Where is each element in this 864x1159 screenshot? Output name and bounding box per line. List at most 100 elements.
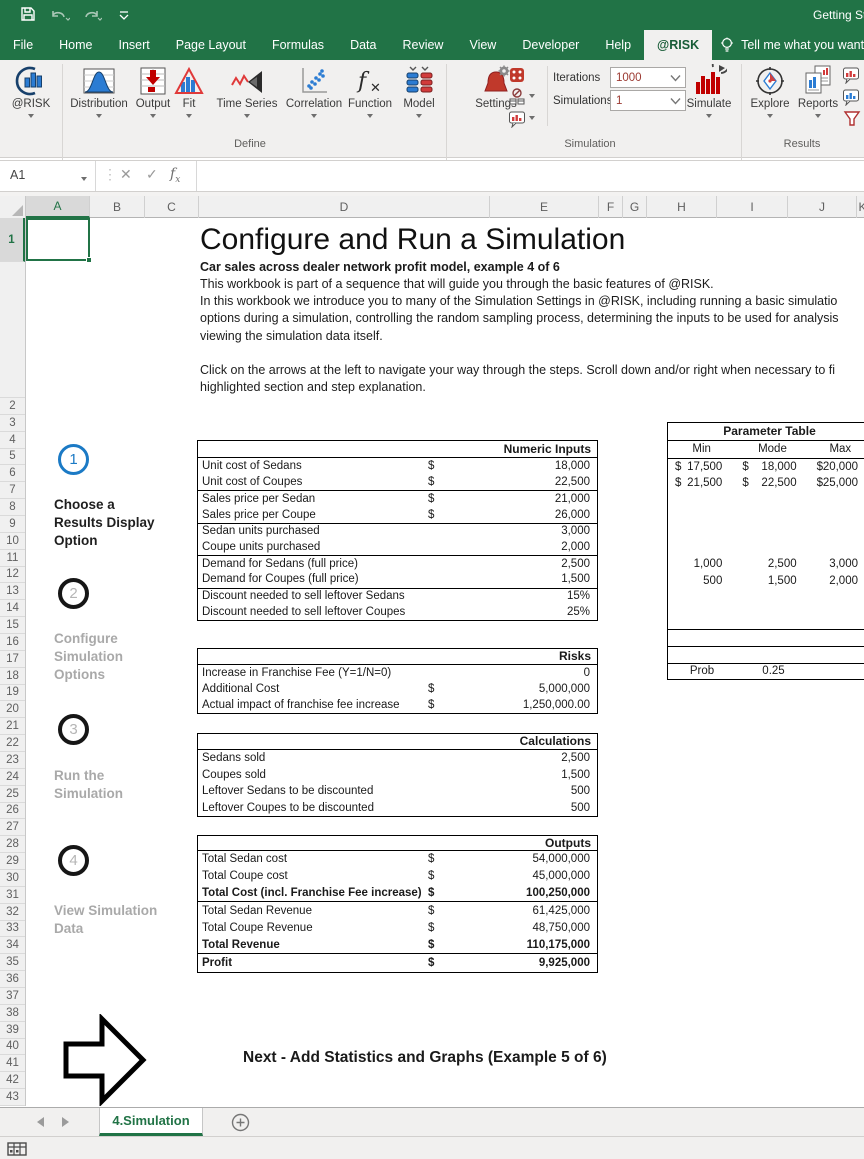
- table-row[interactable]: Unit cost of Sedans$18,000: [198, 458, 597, 474]
- fit-button[interactable]: Fit: [172, 64, 206, 121]
- parameter-row[interactable]: 1,0002,5003,000: [668, 556, 864, 572]
- confirm-entry-icon[interactable]: ✓: [146, 166, 158, 183]
- row-header-41[interactable]: 41: [0, 1055, 25, 1072]
- row-header-12[interactable]: 12: [0, 567, 25, 584]
- previous-sheet-arrow[interactable]: [32, 1117, 44, 1127]
- row-header-39[interactable]: 39: [0, 1022, 25, 1039]
- row-header-38[interactable]: 38: [0, 1005, 25, 1022]
- table-row[interactable]: Total Coupe cost$45,000,000: [198, 868, 597, 885]
- row-header-21[interactable]: 21: [0, 718, 25, 735]
- row-header-7[interactable]: 7: [0, 482, 25, 499]
- row-header-15[interactable]: 15: [0, 617, 25, 634]
- parameter-row[interactable]: 5001,5002,000: [668, 573, 864, 589]
- undo-icon[interactable]: [50, 6, 70, 27]
- row-header-5[interactable]: 5: [0, 449, 25, 466]
- row-header-4[interactable]: 4: [0, 432, 25, 449]
- row-header-1[interactable]: 1: [0, 218, 25, 262]
- row-header-16[interactable]: 16: [0, 634, 25, 651]
- column-header-J[interactable]: J: [788, 196, 857, 218]
- parameter-row[interactable]: $21,500$22,500$25,000: [668, 475, 864, 491]
- row-header-3[interactable]: 3: [0, 415, 25, 432]
- menu-tab-home[interactable]: Home: [46, 30, 105, 60]
- row-header-34[interactable]: 34: [0, 937, 25, 954]
- table-row[interactable]: Discount needed to sell leftover Coupes2…: [198, 604, 597, 620]
- column-header-I[interactable]: I: [717, 196, 788, 218]
- menu-tab-risk[interactable]: @RISK: [644, 30, 712, 60]
- redo-icon[interactable]: [82, 6, 102, 27]
- table-row[interactable]: Total Cost (incl. Franchise Fee increase…: [198, 885, 597, 902]
- menu-tab-help[interactable]: Help: [592, 30, 644, 60]
- table-row[interactable]: Discount needed to sell leftover Sedans1…: [198, 588, 597, 604]
- table-row[interactable]: Additional Cost$5,000,000: [198, 681, 597, 697]
- table-row[interactable]: Total Sedan Revenue$61,425,000: [198, 902, 597, 919]
- table-row[interactable]: Leftover Coupes to be discounted500: [198, 800, 597, 817]
- row-header-8[interactable]: 8: [0, 499, 25, 516]
- menu-tab-review[interactable]: Review: [389, 30, 456, 60]
- row-header-11[interactable]: 11: [0, 550, 25, 567]
- table-row[interactable]: Sales price per Sedan$21,000: [198, 490, 597, 506]
- simulate-button[interactable]: Simulate: [682, 64, 736, 121]
- row-header-32[interactable]: 32: [0, 904, 25, 921]
- time-series-button[interactable]: Time Series: [209, 64, 285, 121]
- row-header-25[interactable]: 25: [0, 786, 25, 803]
- distribution-button[interactable]: Distribution: [68, 64, 130, 121]
- row-header-18[interactable]: 18: [0, 668, 25, 685]
- define-filters-button[interactable]: [842, 88, 860, 106]
- row-header-10[interactable]: 10: [0, 533, 25, 550]
- row-header-28[interactable]: 28: [0, 836, 25, 853]
- table-row[interactable]: Unit cost of Coupes$22,500: [198, 474, 597, 490]
- random-static-button[interactable]: [508, 66, 526, 84]
- sheet-tab-active[interactable]: 4.Simulation: [99, 1108, 203, 1136]
- column-header-K[interactable]: K: [857, 196, 864, 218]
- column-header-C[interactable]: C: [145, 196, 199, 218]
- column-header-G[interactable]: G: [623, 196, 647, 218]
- menu-tab-formulas[interactable]: Formulas: [259, 30, 337, 60]
- menu-tab-pagelayout[interactable]: Page Layout: [163, 30, 259, 60]
- cell-mode-icon[interactable]: [7, 1142, 27, 1156]
- customize-quick-access-icon[interactable]: [118, 9, 130, 27]
- table-row[interactable]: Sales price per Coupe$26,000: [198, 507, 597, 523]
- table-row[interactable]: Sedan units purchased3,000: [198, 523, 597, 539]
- table-row[interactable]: Increase in Franchise Fee (Y=1/N=0)0: [198, 665, 597, 681]
- row-header-27[interactable]: 27: [0, 819, 25, 836]
- numeric-inputs-table[interactable]: Numeric InputsUnit cost of Sedans$18,000…: [197, 440, 598, 621]
- table-row[interactable]: Coupe units purchased2,000: [198, 539, 597, 555]
- new-sheet-button[interactable]: [231, 1113, 250, 1137]
- menu-tab-developer[interactable]: Developer: [509, 30, 592, 60]
- next-sheet-arrow[interactable]: [62, 1117, 74, 1127]
- row-header-35[interactable]: 35: [0, 954, 25, 971]
- row-header-19[interactable]: 19: [0, 685, 25, 702]
- row-header-20[interactable]: 20: [0, 701, 25, 718]
- risks-table[interactable]: RisksIncrease in Franchise Fee (Y=1/N=0)…: [197, 648, 598, 714]
- insert-function-icon[interactable]: fx: [170, 166, 180, 185]
- tell-me-box[interactable]: Tell me what you want: [712, 30, 864, 60]
- atrisk-button[interactable]: @RISK: [3, 64, 59, 121]
- table-row[interactable]: Total Sedan cost$54,000,000: [198, 851, 597, 868]
- row-header-26[interactable]: 26: [0, 803, 25, 820]
- menu-tab-file[interactable]: File: [0, 30, 46, 60]
- iterations-dropdown[interactable]: 1000: [610, 67, 686, 88]
- row-header-24[interactable]: 24: [0, 769, 25, 786]
- next-arrow[interactable]: [56, 1014, 148, 1106]
- row-header-30[interactable]: 30: [0, 870, 25, 887]
- row-header-17[interactable]: 17: [0, 651, 25, 668]
- row-header-22[interactable]: 22: [0, 735, 25, 752]
- column-header-E[interactable]: E: [490, 196, 599, 218]
- row-header-31[interactable]: 31: [0, 887, 25, 904]
- table-row[interactable]: Sedans sold2,500: [198, 750, 597, 767]
- cancel-entry-icon[interactable]: ✕: [120, 166, 132, 183]
- row-header-42[interactable]: 42: [0, 1072, 25, 1089]
- table-row[interactable]: Actual impact of franchise fee increase$…: [198, 697, 597, 713]
- row-header-29[interactable]: 29: [0, 853, 25, 870]
- model-button[interactable]: Model: [396, 64, 442, 121]
- calculations-table[interactable]: CalculationsSedans sold2,500Coupes sold1…: [197, 733, 598, 817]
- row-header-37[interactable]: 37: [0, 988, 25, 1005]
- select-all-corner[interactable]: [0, 196, 26, 218]
- row-header-13[interactable]: 13: [0, 583, 25, 600]
- table-row[interactable]: Demand for Sedans (full price)2,500: [198, 555, 597, 571]
- row-header-2[interactable]: 2: [0, 398, 25, 415]
- formula-input[interactable]: [196, 161, 864, 191]
- table-row[interactable]: Leftover Sedans to be discounted500: [198, 783, 597, 800]
- row-header-6[interactable]: 6: [0, 465, 25, 482]
- active-cell-selection[interactable]: [26, 218, 90, 261]
